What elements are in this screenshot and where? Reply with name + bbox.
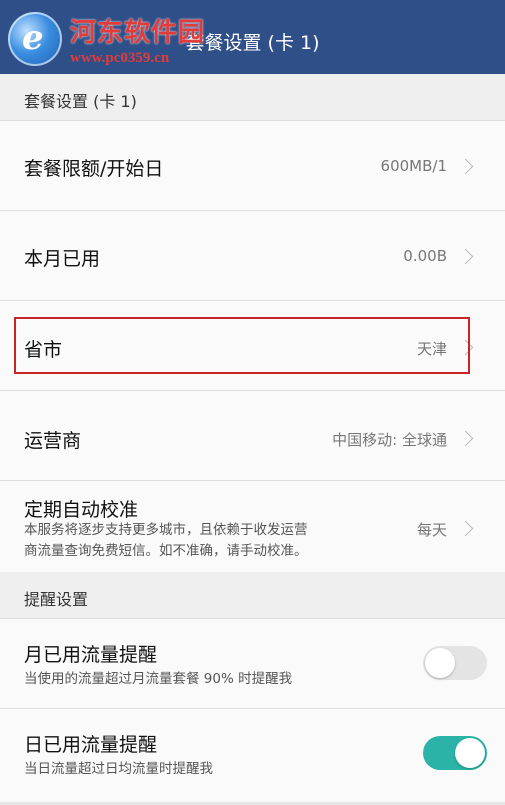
settings-row-month-used[interactable]: 本月已用 0.00B (0, 210, 505, 301)
row-description: 当日流量超过日均流量时提醒我 (24, 761, 213, 777)
chevron-right-icon (457, 158, 474, 175)
row-label: 套餐限额/开始日 (24, 158, 164, 180)
row-label: 本月已用 (24, 248, 101, 270)
row-label: 月已用流量提醒 (24, 644, 158, 666)
row-label: 运营商 (24, 430, 82, 452)
row-label: 日已用流量提醒 (24, 734, 158, 756)
chevron-right-icon (457, 248, 474, 265)
settings-row-carrier[interactable]: 运营商 中国移动: 全球通 (0, 390, 505, 481)
row-value: 中国移动: 全球通 (332, 431, 447, 449)
site-logo-icon: e (8, 12, 62, 66)
row-value: 0.00B (403, 247, 447, 265)
toggle-knob (455, 738, 485, 768)
settings-row-monthly-alert[interactable]: 月已用流量提醒 当使用的流量超过月流量套餐 90% 时提醒我 (0, 618, 505, 709)
section-header-reminder-settings: 提醒设置 (0, 572, 505, 618)
highlight-box (14, 317, 470, 374)
row-description-line2: 商流量查询免费短信。如不准确，请手动校准。 (24, 543, 308, 559)
watermark-url: www.pc0359.cn (70, 50, 170, 66)
section-header-label: 套餐设置 (卡 1) (24, 92, 137, 111)
section-header-plan-settings: 套餐设置 (卡 1) (0, 74, 505, 120)
chevron-right-icon (457, 430, 474, 447)
watermark-name: 河东软件园 (70, 18, 206, 48)
section-header-label: 提醒设置 (24, 590, 89, 609)
row-value: 600MB/1 (380, 157, 447, 175)
watermark-logo: e 河东软件园 www.pc0359.cn (6, 6, 236, 68)
row-value: 每天 (416, 521, 447, 539)
chevron-right-icon (457, 520, 474, 537)
row-description-line1: 本服务将逐步支持更多城市，且依赖于收发运营 (24, 522, 308, 538)
toggle-knob (425, 648, 455, 678)
settings-row-plan-limit[interactable]: 套餐限额/开始日 600MB/1 (0, 120, 505, 211)
settings-row-auto-calibrate[interactable]: 定期自动校准 本服务将逐步支持更多城市，且依赖于收发运营 商流量查询免费短信。如… (0, 480, 505, 573)
monthly-alert-toggle[interactable] (423, 646, 487, 680)
row-description: 当使用的流量超过月流量套餐 90% 时提醒我 (24, 671, 293, 687)
settings-row-daily-alert[interactable]: 日已用流量提醒 当日流量超过日均流量时提醒我 (0, 708, 505, 803)
daily-alert-toggle[interactable] (423, 736, 487, 770)
row-label: 定期自动校准 (24, 499, 139, 521)
